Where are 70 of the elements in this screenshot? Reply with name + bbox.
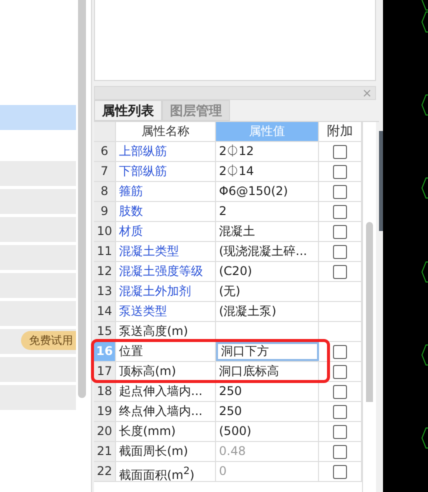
row-number[interactable]: 10 [94,222,116,241]
checkbox[interactable] [333,364,347,378]
property-name: 混凝土外加剂 [116,282,216,301]
property-name: 顶标高(m) [116,362,216,381]
row-number[interactable]: 20 [94,422,116,441]
property-name: 起点伸入墙内... [116,382,216,401]
row-number[interactable]: 18 [94,382,116,401]
property-value: 混凝土 [219,224,255,238]
checkbox[interactable] [333,384,347,398]
scrollbar-thumb[interactable] [78,0,86,398]
row-number[interactable]: 13 [94,282,116,301]
checkbox[interactable] [333,244,347,258]
tab[interactable]: 属性列表 [94,100,162,121]
property-name: 截面周长(m) [116,442,216,461]
row-number[interactable]: 15 [94,322,116,341]
property-name: 肢数 [116,202,216,221]
checkbox[interactable] [333,204,347,218]
property-value: (混凝土泵) [219,304,276,318]
row-number[interactable]: 8 [94,182,116,201]
property-name: 混凝土类型 [116,242,216,261]
menu-item[interactable]: 免费试用 [0,329,76,354]
property-value: 250 [219,384,242,398]
row-number[interactable]: 17 [94,362,116,381]
checkbox[interactable] [333,184,347,198]
checkbox[interactable] [333,464,347,478]
property-value: (500) [219,424,252,438]
scrollbar-thumb[interactable] [366,222,373,402]
checkbox[interactable] [333,444,347,458]
property-name: 下部纵筋 [116,162,216,181]
property-value: (C20) [219,264,252,278]
property-value: 250 [219,404,242,418]
property-name: 长度(mm) [116,422,216,441]
property-value: 2⏀12 [219,144,254,158]
row-number[interactable]: 7 [94,162,116,181]
row-number[interactable]: 22 [94,462,116,481]
property-value: 2 [219,204,227,218]
property-name: 混凝土强度等级 [116,262,216,281]
property-value: (现浇混凝土碎... [219,244,308,258]
property-value: 洞口底标高 [219,364,279,378]
property-value: 0 [219,464,227,478]
header-cell: 属性值 [216,122,319,141]
trial-badge: 免费试用 [21,331,76,350]
splitter-handle[interactable] [379,131,383,231]
property-name: 泵送类型 [116,302,216,321]
row-number[interactable]: 11 [94,242,116,261]
row-number[interactable]: 9 [94,202,116,221]
checkbox[interactable] [333,224,347,238]
checkbox[interactable] [333,404,347,418]
checkbox[interactable] [333,264,347,278]
property-name: 上部纵筋 [116,142,216,161]
row-number[interactable]: 6 [94,142,116,161]
property-name: 截面面积(m$^{2}$) [116,462,216,481]
property-name: 箍筋 [116,182,216,201]
property-value: (无) [219,284,240,298]
property-name: 终点伸入墙内... [116,402,216,421]
property-value: 2⏀14 [219,164,254,178]
property-name: 材质 [116,222,216,241]
checkbox[interactable] [333,144,347,158]
row-number[interactable]: 14 [94,302,116,321]
checkbox[interactable] [333,164,347,178]
header-cell: 附加 [319,122,362,141]
property-name: 泵送高度(m) [116,322,216,341]
checkbox[interactable] [333,344,347,358]
property-name: 位置 [116,342,216,361]
row-number[interactable]: 21 [94,442,116,461]
row-number[interactable]: 19 [94,402,116,421]
property-value: 0.48 [219,444,246,458]
checkbox[interactable] [333,424,347,438]
property-value: Φ6@150(2) [219,184,288,198]
row-number[interactable]: 12 [94,262,116,281]
